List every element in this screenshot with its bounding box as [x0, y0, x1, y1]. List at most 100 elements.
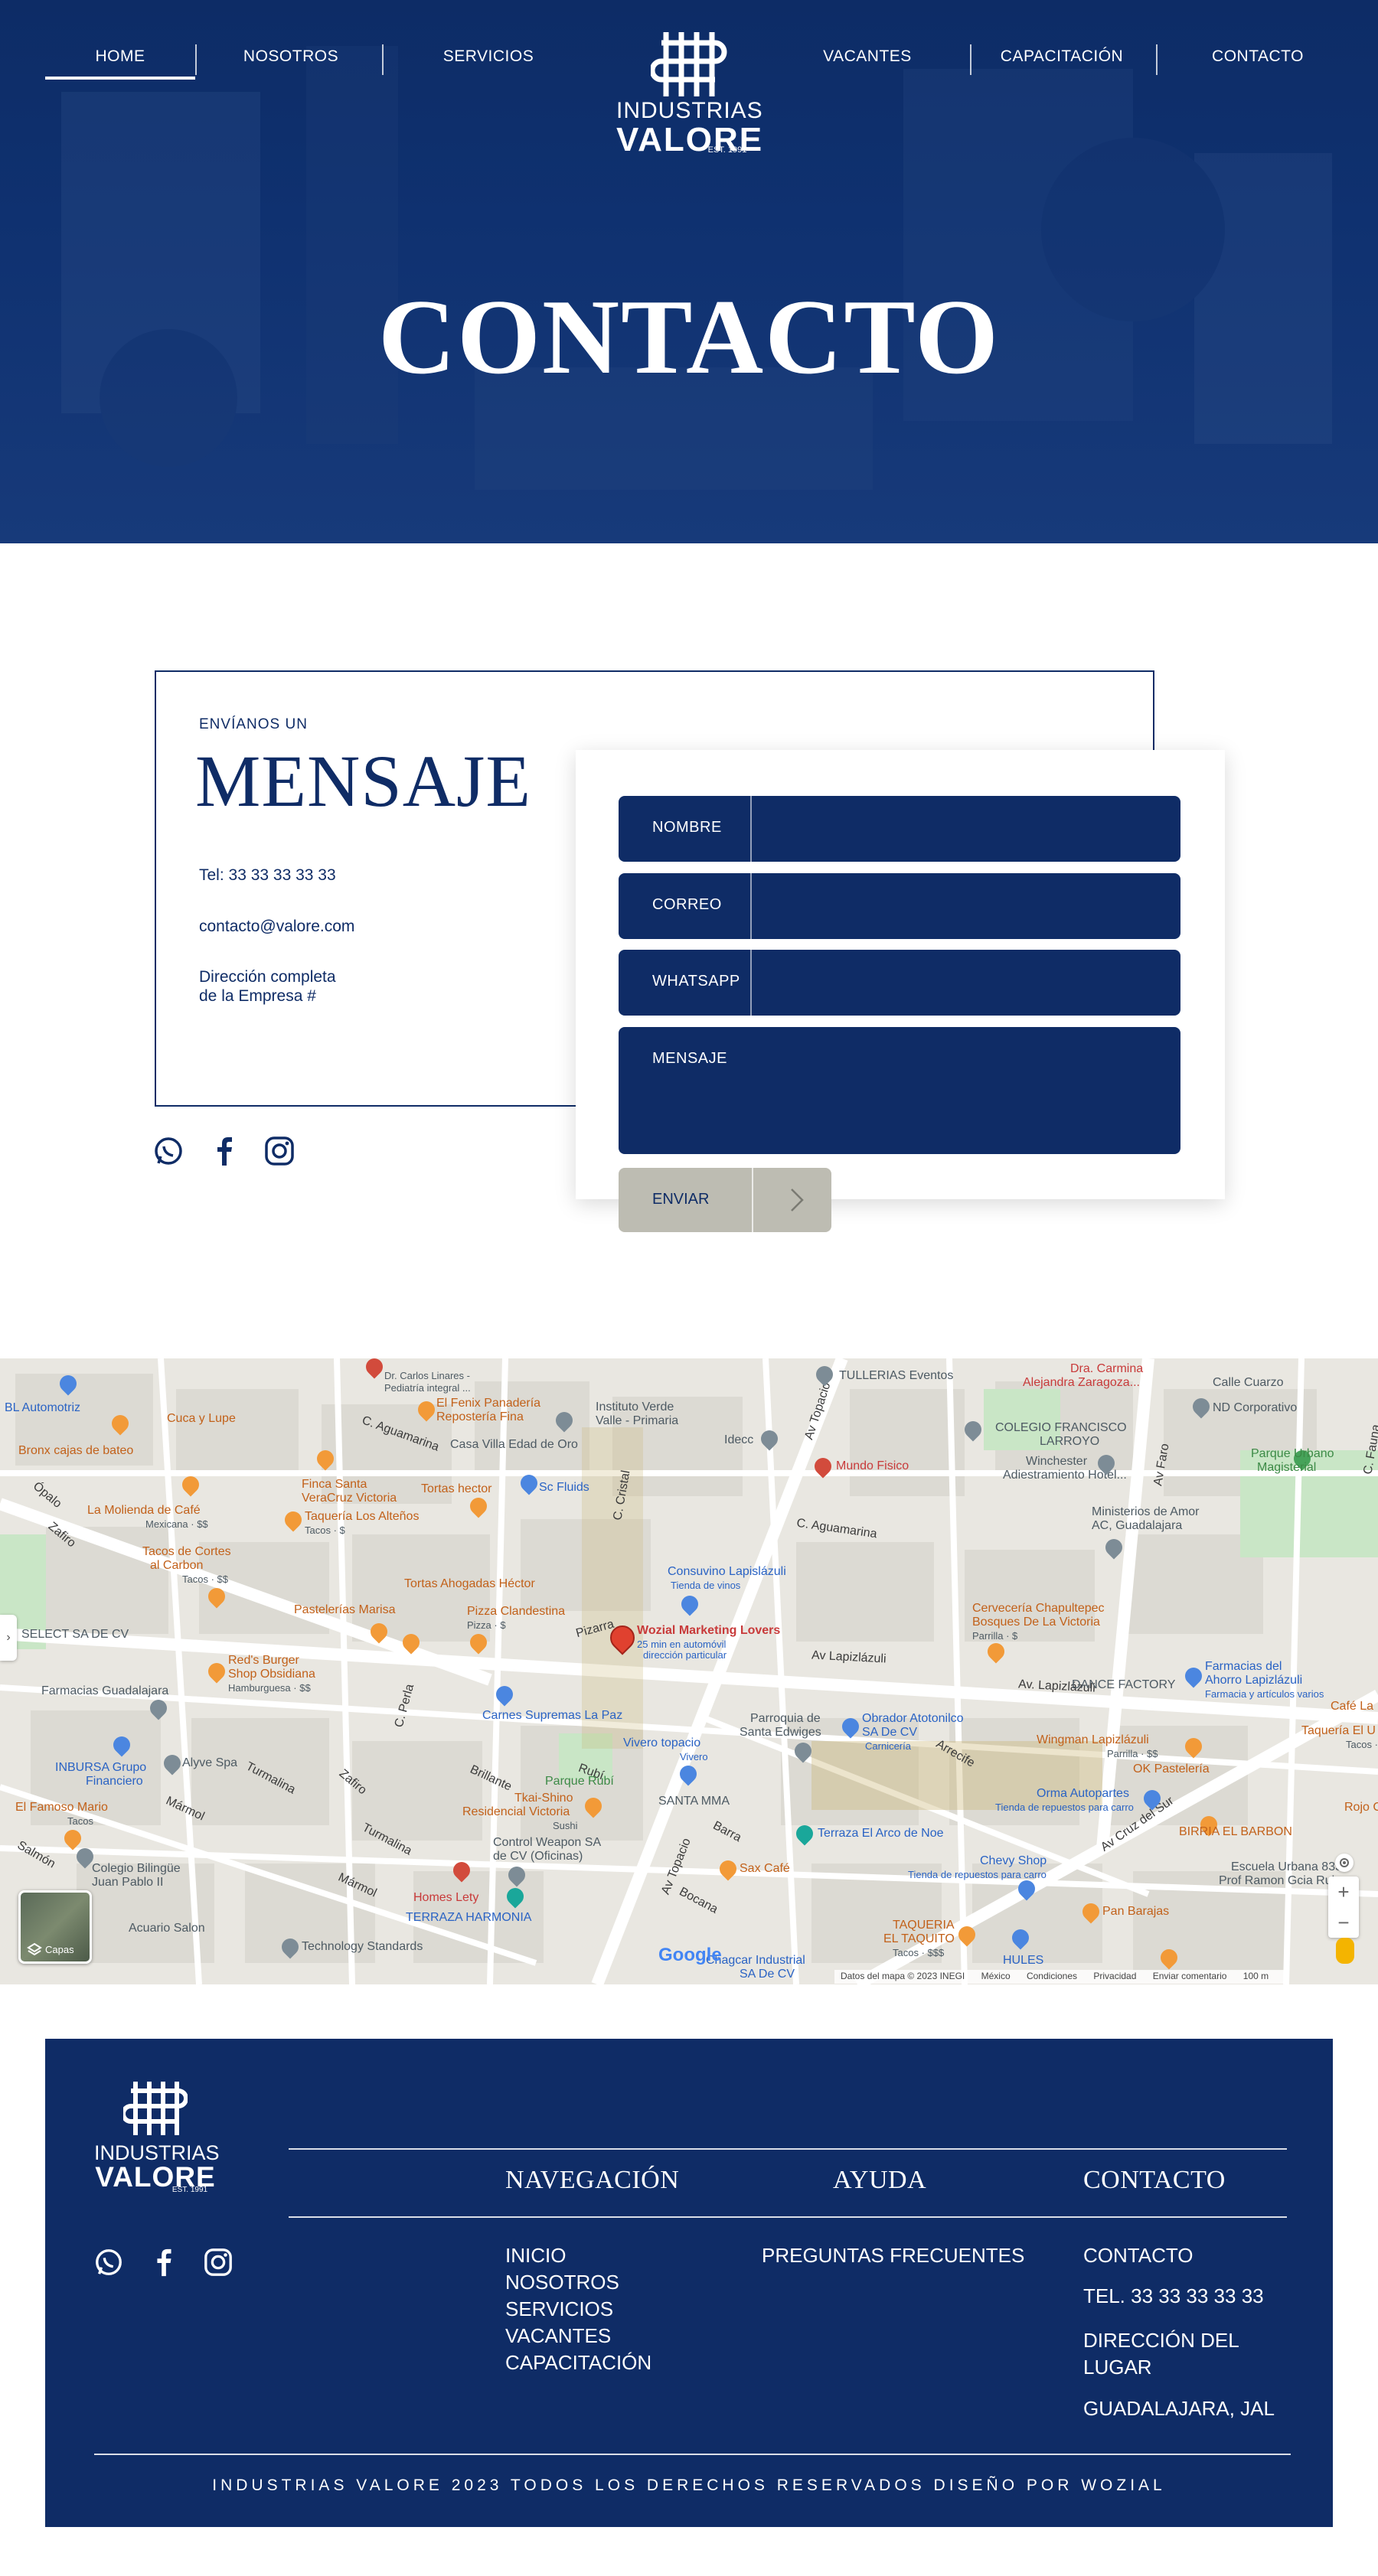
footer-whatsapp-icon[interactable]: [93, 2247, 127, 2281]
name-field[interactable]: NOMBRE: [619, 796, 1180, 862]
footer-link-contacto[interactable]: CONTACTO: [1083, 2242, 1193, 2269]
poi-label: Cervecería Chapultepec: [972, 1602, 1105, 1615]
field-divider: [750, 873, 752, 939]
map-side-toggle[interactable]: ›: [0, 1615, 17, 1661]
map-attribution: Datos del mapa © 2023 INEGI México Condi…: [834, 1970, 1289, 1984]
message-label: MENSAJE: [652, 1050, 727, 1067]
poi-label: ND Corporativo: [1213, 1401, 1298, 1414]
facebook-icon[interactable]: [208, 1135, 242, 1169]
contact-email[interactable]: contacto@valore.com: [199, 917, 354, 937]
poi-label: Control Weapon SA: [493, 1836, 602, 1849]
nav-divider: [195, 44, 197, 75]
footer-city: GUADALAJARA, JAL: [1083, 2397, 1275, 2420]
footer-phone: TEL. 33 33 33 33 33: [1083, 2284, 1264, 2307]
poi-label: Pizza · $: [467, 1619, 506, 1631]
poi-label: COLEGIO FRANCISCO: [995, 1421, 1127, 1434]
poi-label: Alyve Spa: [182, 1756, 238, 1769]
footer-instagram-icon[interactable]: [203, 2247, 237, 2281]
map-terms-link[interactable]: Condiciones: [1027, 1971, 1077, 1981]
poi-label: Tienda de repuestos para carro: [995, 1802, 1134, 1813]
location-map[interactable]: Av Topacio C. Aguamarina C. Cristal C. A…: [0, 1358, 1378, 1984]
nav-contacto[interactable]: CONTACTO: [1170, 47, 1346, 66]
poi-label: Tacos de Cortes: [142, 1545, 231, 1558]
nav-home[interactable]: HOME: [45, 47, 195, 80]
instagram-icon[interactable]: [263, 1135, 297, 1169]
poi-label: LARROYO: [1040, 1435, 1100, 1448]
poi-label: Bronx cajas de bateo: [18, 1444, 134, 1457]
layers-label: Capas: [45, 1944, 74, 1955]
map-country[interactable]: México: [981, 1971, 1011, 1981]
poi-label: Parrilla · $: [972, 1630, 1018, 1642]
footer-link-faq[interactable]: PREGUNTAS FRECUENTES: [762, 2242, 1024, 2269]
poi-label: Taquería El U: [1301, 1724, 1376, 1737]
poi-label: EL TAQUITO: [883, 1932, 955, 1945]
marker-title[interactable]: Wozial Marketing Lovers: [637, 1624, 780, 1638]
chevron-right-icon: [791, 1189, 804, 1211]
nav-servicios[interactable]: SERVICIOS: [400, 47, 576, 66]
nav-divider: [1156, 44, 1158, 75]
footer-link-inicio[interactable]: INICIO: [505, 2242, 566, 2269]
map-feedback-link[interactable]: Enviar comentario: [1153, 1971, 1227, 1981]
footer-link-capacitacion[interactable]: CAPACITACIÓN: [505, 2349, 651, 2376]
footer-facebook-icon[interactable]: [149, 2247, 182, 2281]
zoom-out-button[interactable]: −: [1328, 1907, 1359, 1938]
nav-nosotros[interactable]: NOSOTROS: [203, 47, 379, 66]
contact-address-line1: Dirección completa: [199, 968, 336, 986]
street-view-pegman-icon[interactable]: [1336, 1938, 1354, 1964]
poi-label: TAQUERIA: [893, 1919, 955, 1932]
poi-label: El Famoso Mario: [15, 1801, 108, 1814]
zoom-in-button[interactable]: +: [1328, 1877, 1359, 1907]
email-field[interactable]: CORREO: [619, 873, 1180, 939]
footer-address-line1: DIRECCIÓN DEL: [1083, 2329, 1239, 2352]
whatsapp-field[interactable]: WHATSAPP: [619, 950, 1180, 1016]
page: HOME NOSOTROS SERVICIOS INDUSTRIAS VALOR…: [0, 0, 1378, 2576]
poi-label: SA De CV: [740, 1968, 795, 1981]
hero-banner: HOME NOSOTROS SERVICIOS INDUSTRIAS VALOR…: [0, 0, 1378, 543]
footer-address-line2: LUGAR: [1083, 2356, 1152, 2379]
poi-label: Vivero: [680, 1751, 708, 1762]
poi-label: Technology Standards: [302, 1940, 423, 1953]
logo-line1: INDUSTRIAS: [616, 98, 763, 123]
poi-label: de CV (Oficinas): [493, 1850, 583, 1863]
field-divider: [750, 796, 752, 862]
poi-label: Taquería Los Alteños: [305, 1510, 420, 1523]
footer-link-nosotros[interactable]: NOSOTROS: [505, 2269, 619, 2296]
nav-capacitacion[interactable]: CAPACITACIÓN: [974, 47, 1150, 66]
map-privacy-link[interactable]: Privacidad: [1093, 1971, 1136, 1981]
footer-link-vacantes[interactable]: VACANTES: [505, 2323, 611, 2349]
contact-phone[interactable]: Tel: 33 33 33 33 33: [199, 866, 336, 885]
send-button[interactable]: ENVIAR: [619, 1168, 831, 1232]
logo-mark-icon: [651, 32, 727, 96]
poi-label: Winchester: [1026, 1455, 1088, 1468]
footer-link-servicios[interactable]: SERVICIOS: [505, 2296, 613, 2323]
poi-label: Terraza El Arco de Noe: [818, 1827, 944, 1840]
poi-label: Sax Café: [740, 1862, 790, 1875]
poi-label: Wingman Lapizlázuli: [1037, 1733, 1149, 1746]
poi-label: Farmacia y artículos varios: [1205, 1688, 1324, 1700]
footer-divider: [94, 2454, 1291, 2455]
poi-label: Acuario Salon: [129, 1922, 205, 1935]
message-field[interactable]: MENSAJE: [619, 1027, 1180, 1154]
footer-heading-help: AYUDA: [833, 2166, 927, 2194]
poi-label: Parque Urbano: [1251, 1447, 1334, 1460]
my-location-button[interactable]: [1335, 1854, 1354, 1872]
poi-label: Bosques De La Victoria: [972, 1616, 1100, 1629]
poi-label: Vivero topacio: [623, 1736, 701, 1749]
brand-logo[interactable]: INDUSTRIAS VALORE EST. 1991: [616, 23, 762, 161]
poi-label: INBURSA Grupo: [55, 1761, 147, 1774]
map-layers-button[interactable]: Capas: [18, 1890, 92, 1964]
google-logo: Google: [658, 1945, 722, 1965]
poi-label: Magisterial: [1257, 1461, 1317, 1474]
poi-label: Parroquia de: [750, 1712, 821, 1725]
contact-title: MENSAJE: [195, 740, 532, 822]
footer-logo[interactable]: INDUSTRIAS VALORE EST. 1991: [94, 2079, 220, 2194]
map-data-credit: Datos del mapa © 2023 INEGI: [841, 1971, 965, 1981]
footer-heading-contact: CONTACTO: [1083, 2166, 1226, 2194]
poi-label: Tkai-Shino: [514, 1792, 573, 1805]
whatsapp-icon[interactable]: [152, 1135, 186, 1169]
poi-label: Orma Autopartes: [1037, 1787, 1129, 1800]
poi-label: Consuvino Lapislázuli: [668, 1565, 786, 1578]
nav-vacantes[interactable]: VACANTES: [779, 47, 955, 66]
poi-label: Farmacias del: [1205, 1660, 1282, 1673]
poi-label: SANTA MMA: [658, 1795, 730, 1808]
